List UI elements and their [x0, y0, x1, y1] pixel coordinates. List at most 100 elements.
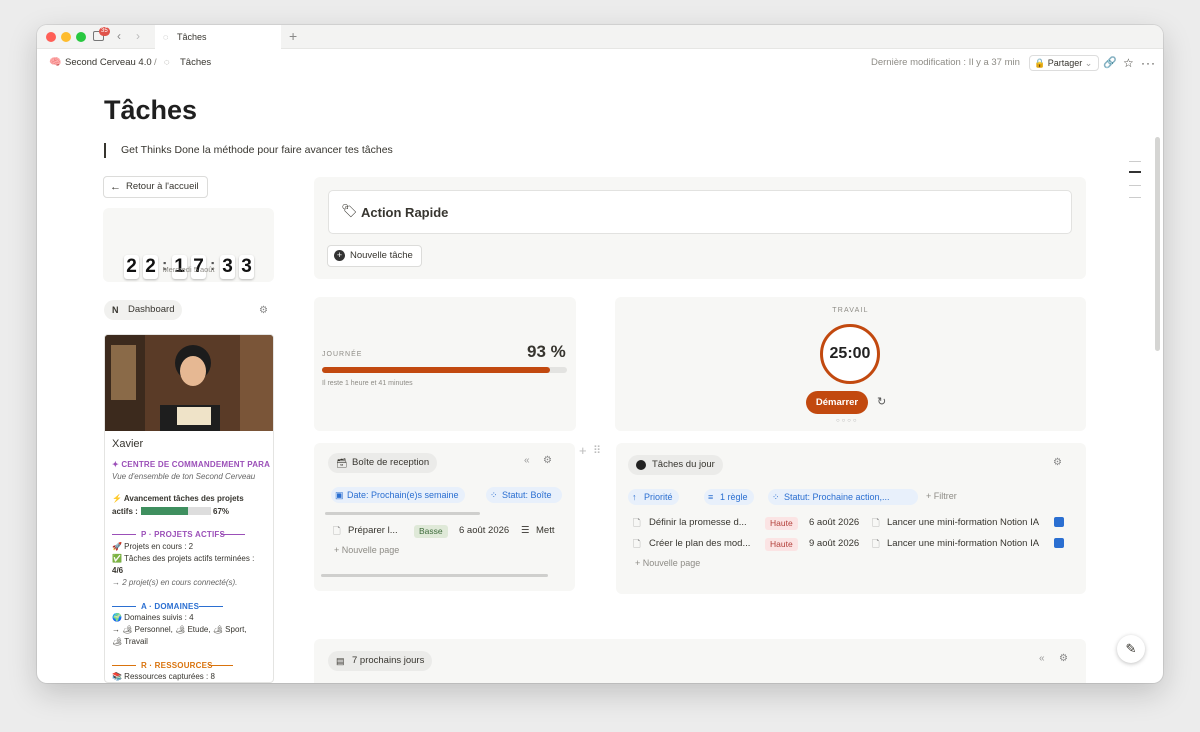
- domains-list-2: 🏕 Travail: [112, 637, 148, 646]
- settings-sliders-icon[interactable]: ⚙: [543, 455, 552, 466]
- command-center-title: ✦ CENTRE DE COMMANDEMENT PARA: [112, 460, 271, 469]
- breadcrumb-page[interactable]: Tâches: [180, 49, 211, 77]
- progress-label: ⚡ Avancement tâches des projets: [112, 494, 244, 503]
- clock-date: Mercredi 5 août: [162, 265, 215, 274]
- arrow-up-icon: ↑: [632, 492, 637, 502]
- pomodoro-card: TRAVAIL 25:00 Démarrer ↻ ○○○○: [615, 297, 1086, 431]
- scrollbar[interactable]: [321, 574, 548, 577]
- progress-label-2: actifs :: [112, 507, 138, 516]
- settings-sliders-icon[interactable]: ⚙: [259, 305, 268, 316]
- collapse-icon[interactable]: «: [1039, 653, 1045, 664]
- back-home-button[interactable]: ← Retour à l'accueil: [103, 176, 208, 198]
- progress-value: 67%: [213, 507, 230, 516]
- close-window-button[interactable]: [46, 32, 56, 42]
- tab-taches[interactable]: ◌ Tâches: [155, 25, 281, 49]
- plus-icon: +: [926, 491, 934, 501]
- notification-badge: 35: [99, 27, 110, 36]
- back-arrow-icon[interactable]: ‹: [117, 29, 121, 43]
- filter-date[interactable]: ▣ Date: Prochain(e)s semaine: [331, 487, 465, 503]
- divider: [209, 665, 233, 666]
- outline-marker[interactable]: [1129, 197, 1141, 198]
- priority-badge: Basse: [414, 525, 448, 538]
- inbox-new-page[interactable]: + Nouvelle page: [334, 545, 399, 555]
- domains-title: A · DOMAINES: [141, 602, 200, 611]
- day-progress-track: [322, 367, 567, 373]
- checkbox-icon[interactable]: [1054, 517, 1064, 527]
- day-progress-fill: [322, 367, 550, 373]
- lock-icon: 🔒: [1034, 58, 1046, 68]
- link-icon[interactable]: 🔗: [1103, 49, 1117, 77]
- checkbox-icon[interactable]: [1054, 538, 1064, 548]
- add-block-icon[interactable]: +: [579, 443, 587, 458]
- brain-icon: 🧠: [49, 57, 62, 68]
- breadcrumb-workspace[interactable]: Second Cerveau 4.0: [65, 49, 152, 77]
- inbox-new-page-label: Nouvelle page: [341, 545, 400, 555]
- star-icon[interactable]: ☆: [1123, 49, 1134, 77]
- last-modified-text: Dernière modification : Il y a 37 min: [871, 57, 1020, 68]
- domains-followed: 🌍 Domaines suivis : 4: [112, 613, 194, 622]
- new-task-button[interactable]: + Nouvelle tâche: [327, 245, 422, 267]
- scrollbar[interactable]: [325, 512, 480, 515]
- outline-marker[interactable]: [1129, 185, 1141, 186]
- settings-sliders-icon[interactable]: ⚙: [1053, 457, 1062, 468]
- scrollbar[interactable]: [1155, 137, 1160, 351]
- filter-status[interactable]: ⁘ Statut: Boîte: [486, 487, 562, 503]
- filter-status-label: Statut: Prochaine action,...: [784, 492, 890, 502]
- outline-marker[interactable]: [1129, 161, 1141, 162]
- tab-bar: 35 ‹ › ◌ Tâches +: [37, 25, 1163, 49]
- plus-circle-icon: +: [334, 250, 345, 261]
- page-icon: ◌: [163, 32, 169, 42]
- divider: [221, 534, 245, 535]
- inbox-row[interactable]: 🗋: [333, 524, 341, 540]
- filter-status[interactable]: ⁘ Statut: Prochaine action,...: [768, 489, 918, 505]
- arrow-left-icon: ←: [110, 181, 121, 193]
- divider: [199, 606, 223, 607]
- inbox-view-tab[interactable]: 🗃 Boîte de reception: [328, 453, 438, 473]
- forward-arrow-icon[interactable]: ›: [136, 29, 140, 43]
- task-name[interactable]: Créer le plan des mod...: [649, 538, 750, 549]
- quick-action-header: 🏷 Action Rapide: [328, 190, 1072, 234]
- settings-sliders-icon[interactable]: ⚙: [1059, 653, 1068, 664]
- projects-current: 🚀 Projets en cours : 2: [112, 542, 194, 551]
- today-view-tab[interactable]: Tâches du jour: [628, 455, 723, 475]
- minimize-window-button[interactable]: [61, 32, 71, 42]
- add-filter-button[interactable]: + Filtrer: [926, 491, 957, 501]
- filter-rule[interactable]: ≡ 1 règle: [704, 489, 754, 505]
- outline-marker[interactable]: [1129, 171, 1141, 173]
- next-days-card: ▤ 7 prochains jours « ⚙: [314, 639, 1086, 683]
- share-label: Partager: [1047, 58, 1083, 68]
- task-project[interactable]: Lancer une mini-formation Notion IA: [887, 538, 1039, 549]
- maximize-window-button[interactable]: [76, 32, 86, 42]
- reset-icon[interactable]: ↻: [877, 395, 886, 408]
- task-project[interactable]: Lancer une mini-formation Notion IA: [887, 517, 1039, 528]
- profile-name: Xavier: [112, 438, 144, 450]
- collapse-icon[interactable]: «: [524, 455, 530, 466]
- dashboard-link[interactable]: N Dashboard: [104, 300, 183, 320]
- task-date: 9 août 2026: [809, 538, 860, 549]
- status-icon: ⁘: [490, 490, 498, 500]
- new-tab-button[interactable]: +: [289, 28, 297, 44]
- drag-handle-icon[interactable]: ⠿: [593, 444, 601, 457]
- filter-priority-label: Priorité: [644, 492, 673, 502]
- projects-title: P · PROJETS ACTIFS: [141, 530, 226, 539]
- today-new-page[interactable]: + Nouvelle page: [635, 558, 700, 568]
- status-icon: ⁘: [772, 492, 780, 502]
- next-days-title: 7 prochains jours: [352, 655, 425, 666]
- more-icon[interactable]: ···: [1141, 49, 1156, 77]
- page-title: Tâches: [104, 95, 198, 125]
- pomodoro-time: 25:00: [829, 345, 871, 362]
- page-icon: 🗋: [633, 539, 641, 550]
- inbox-row-name[interactable]: Préparer l...: [348, 525, 398, 536]
- inbox-card: 🗃 Boîte de reception « ⚙ ▣ Date: Prochai…: [314, 443, 575, 591]
- day-remaining: Il reste 1 heure et 41 minutes: [322, 380, 413, 387]
- projects-done-value: 4/6: [112, 566, 124, 575]
- task-name[interactable]: Définir la promesse d...: [649, 517, 747, 528]
- today-title: Tâches du jour: [652, 459, 715, 470]
- help-assistant-button[interactable]: ✎: [1117, 635, 1145, 663]
- filter-priority[interactable]: ↑ Priorité: [628, 489, 679, 505]
- browser-window: 35 ‹ › ◌ Tâches + 🧠 Second Cerveau 4.0 /…: [37, 25, 1163, 683]
- share-button[interactable]: 🔒 Partager ⌄: [1029, 55, 1100, 71]
- breadcrumb-separator: /: [154, 57, 157, 68]
- pomodoro-start-button[interactable]: Démarrer: [806, 391, 868, 414]
- next-days-view-tab[interactable]: ▤ 7 prochains jours: [328, 651, 433, 671]
